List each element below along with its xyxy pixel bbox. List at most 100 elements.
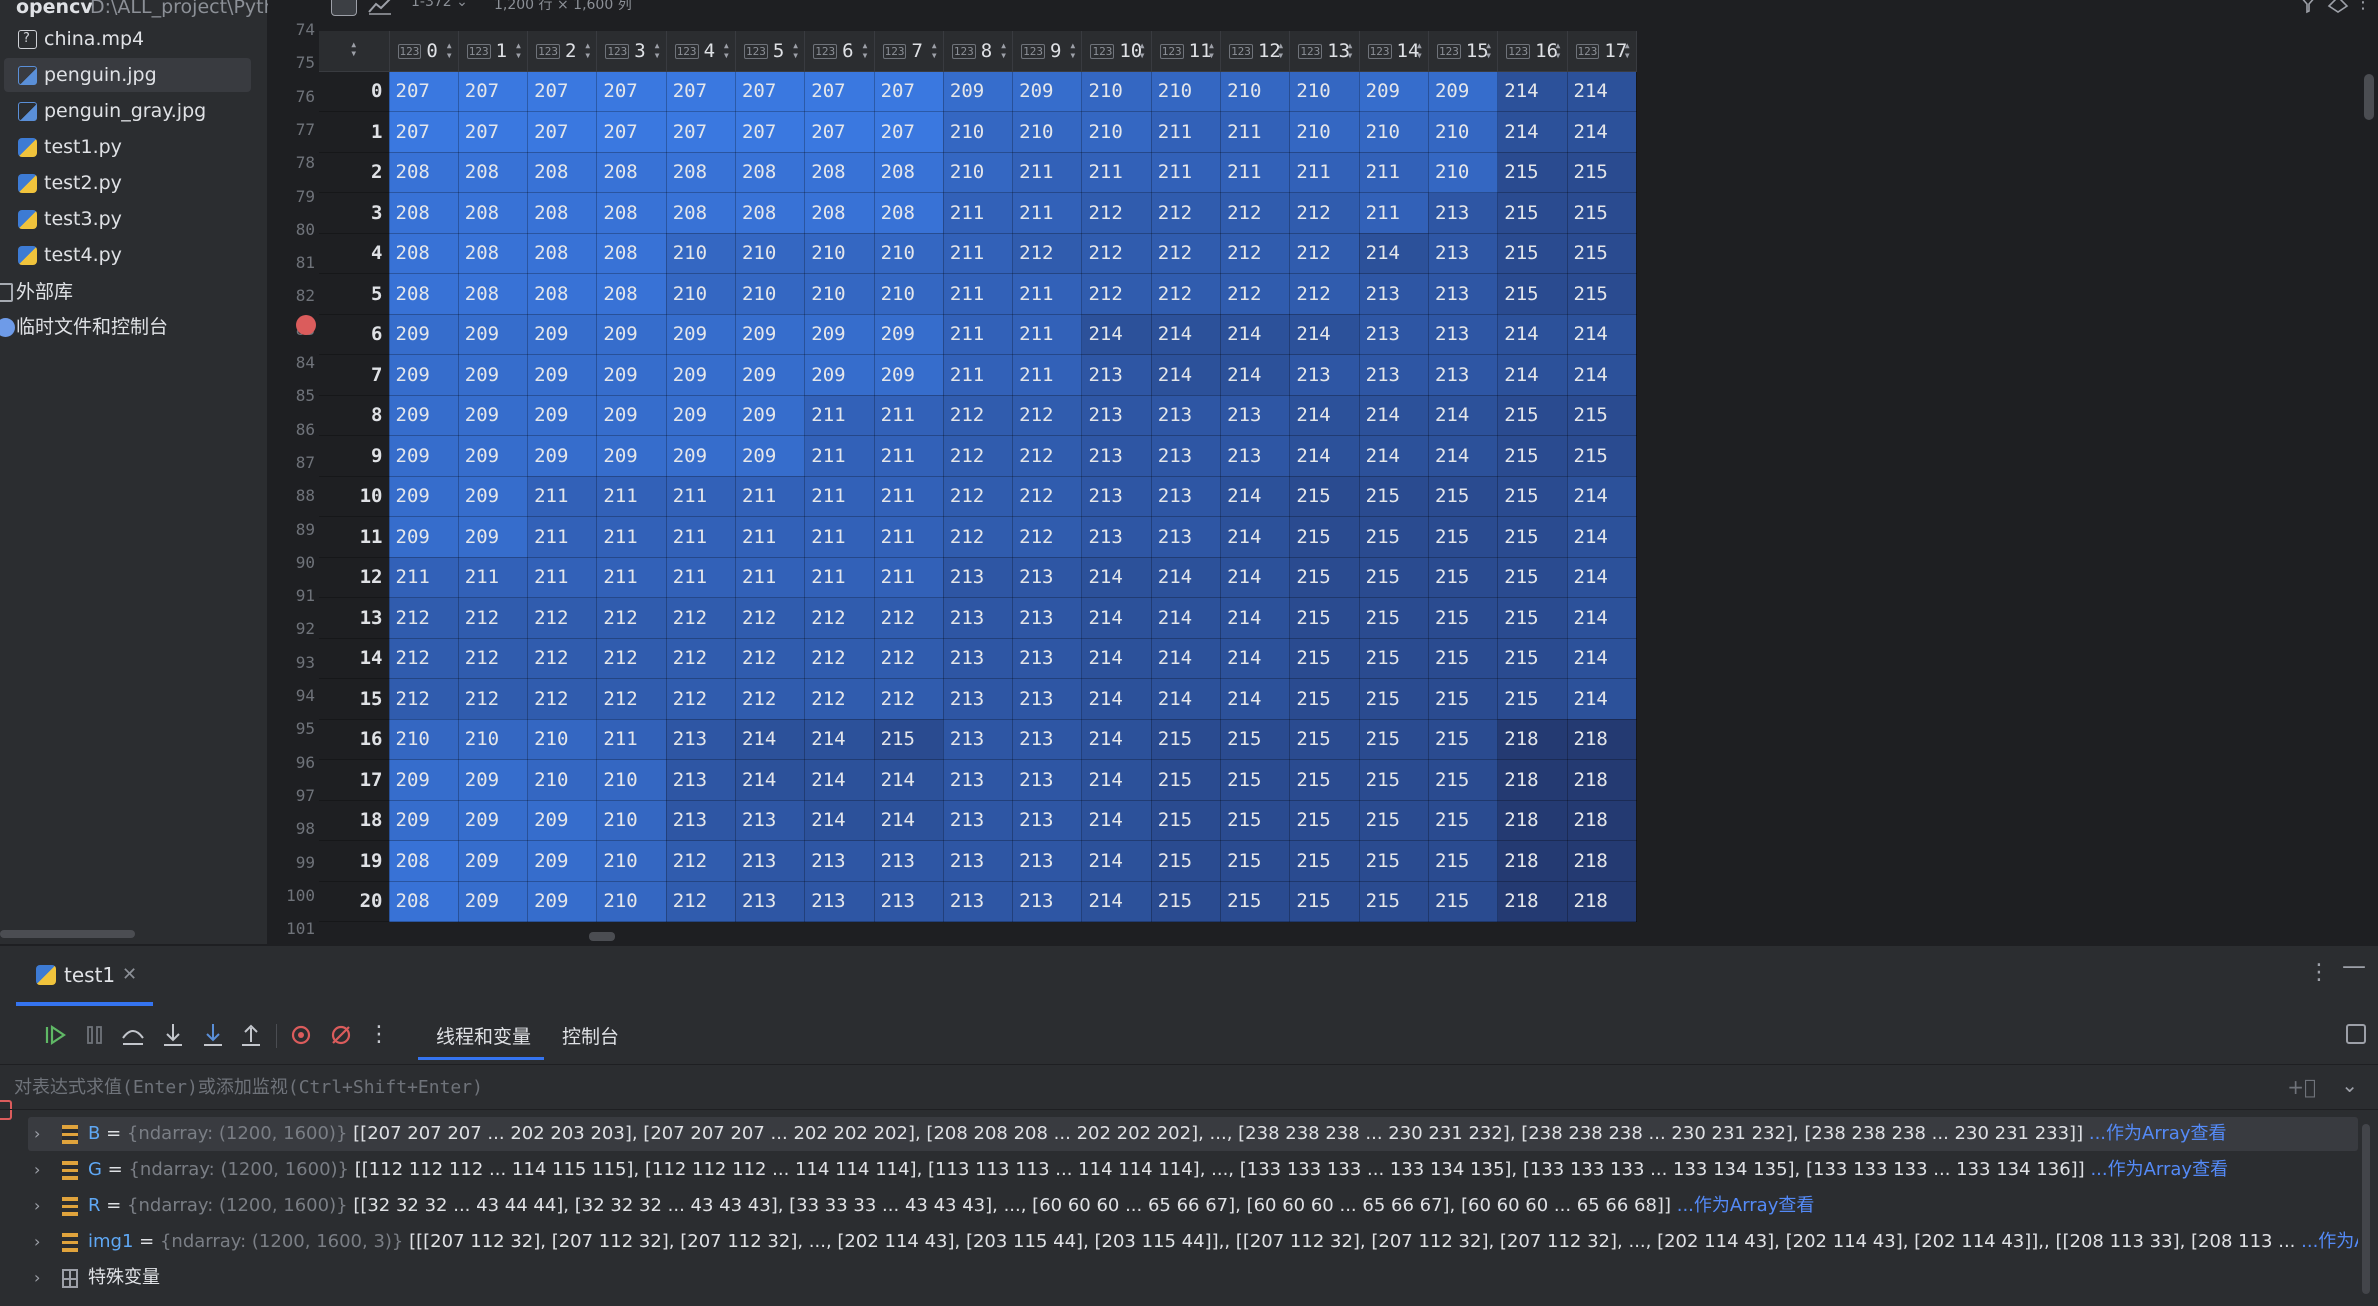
grid-cell[interactable]: 215 xyxy=(1220,881,1291,922)
grid-cell[interactable]: 218 xyxy=(1497,881,1568,922)
tree-file-test1-py[interactable]: test1.py xyxy=(0,130,268,164)
grid-cell[interactable]: 212 xyxy=(527,638,598,679)
grid-cell[interactable]: 213 xyxy=(943,719,1014,760)
grid-cell[interactable]: 209 xyxy=(943,71,1014,112)
grid-cell[interactable]: 211 xyxy=(1220,111,1291,153)
column-header-17[interactable]: 123 17 ▴ ▾ xyxy=(1567,31,1637,72)
grid-cell[interactable]: 212 xyxy=(1081,273,1152,315)
sort-icon[interactable]: ▴ ▾ xyxy=(515,39,522,61)
grid-cell[interactable]: 212 xyxy=(735,597,806,639)
grid-cell[interactable]: 209 xyxy=(1359,71,1429,112)
sort-icon[interactable]: ▴ ▾ xyxy=(1208,39,1215,61)
grid-cell[interactable]: 210 xyxy=(804,273,875,315)
column-header-7[interactable]: 123 7 ▴ ▾ xyxy=(874,31,944,72)
grid-cell[interactable]: 212 xyxy=(735,678,806,720)
grid-cell[interactable]: 213 xyxy=(1220,435,1291,477)
step-out-icon[interactable] xyxy=(238,1020,264,1050)
grid-cell[interactable]: 207 xyxy=(735,111,806,153)
grid-cell[interactable]: 213 xyxy=(943,881,1014,922)
grid-cell[interactable]: 215 xyxy=(1359,759,1429,801)
grid-cell[interactable]: 207 xyxy=(389,71,459,112)
grid-cell[interactable]: 215 xyxy=(1359,597,1429,639)
grid-cell[interactable]: 214 xyxy=(1497,111,1568,153)
grid-cell[interactable]: 215 xyxy=(1289,881,1360,922)
grid-cell[interactable]: 210 xyxy=(596,840,667,882)
grid-cell[interactable]: 211 xyxy=(527,476,598,517)
grid-cell[interactable]: 212 xyxy=(1220,273,1291,315)
chevron-right-icon[interactable]: › xyxy=(34,1225,40,1259)
grid-cell[interactable]: 208 xyxy=(458,233,529,274)
grid-cell[interactable]: 212 xyxy=(458,638,529,679)
grid-cell[interactable]: 209 xyxy=(527,395,598,436)
grid-cell[interactable]: 211 xyxy=(943,314,1014,355)
sort-icon[interactable]: ▴ ▾ xyxy=(1000,39,1007,61)
grid-cell[interactable]: 209 xyxy=(458,354,529,396)
grid-cell[interactable]: 212 xyxy=(1220,233,1291,274)
chevron-right-icon[interactable]: › xyxy=(34,1117,40,1151)
grid-cell[interactable]: 211 xyxy=(1012,354,1083,396)
variable-row-r[interactable]: › R = {ndarray: (1200, 1600)} [[32 32 32 … xyxy=(28,1189,2358,1223)
viewer-more-icon[interactable]: ⋮ xyxy=(2354,0,2372,13)
grid-cell[interactable]: 212 xyxy=(596,638,667,679)
grid-cell[interactable]: 210 xyxy=(1081,111,1152,153)
grid-cell[interactable]: 211 xyxy=(735,476,806,517)
grid-cell[interactable]: 207 xyxy=(874,111,944,153)
grid-cell[interactable]: 212 xyxy=(666,840,736,882)
grid-cell[interactable]: 213 xyxy=(943,759,1014,801)
grid-cell[interactable]: 213 xyxy=(943,840,1014,882)
grid-cell[interactable]: 213 xyxy=(943,678,1014,720)
grid-cell[interactable]: 215 xyxy=(1497,678,1568,720)
grid-cell[interactable]: 215 xyxy=(1428,881,1499,922)
grid-cell[interactable]: 212 xyxy=(874,678,944,720)
sort-icon[interactable]: ▴ ▾ xyxy=(1069,39,1076,61)
grid-cell[interactable]: 214 xyxy=(1289,314,1360,355)
grid-cell[interactable]: 215 xyxy=(1151,719,1222,760)
grid-cell[interactable]: 210 xyxy=(943,152,1014,193)
grid-cell[interactable]: 211 xyxy=(527,516,598,558)
grid-cell[interactable]: 215 xyxy=(1359,557,1429,598)
grid-cell[interactable]: 211 xyxy=(1289,152,1360,193)
column-header-12[interactable]: 123 12 ▴ ▾ xyxy=(1220,31,1291,72)
grid-cell[interactable]: 209 xyxy=(596,314,667,355)
grid-cell[interactable]: 210 xyxy=(1289,71,1360,112)
column-header-13[interactable]: 123 13 ▴ ▾ xyxy=(1289,31,1360,72)
grid-cell[interactable]: 215 xyxy=(1497,638,1568,679)
tab-threads-variables[interactable]: 线程和变量 xyxy=(436,1016,531,1058)
grid-cell[interactable]: 215 xyxy=(1428,557,1499,598)
grid-cell[interactable]: 211 xyxy=(804,516,875,558)
grid-cell[interactable]: 214 xyxy=(804,719,875,760)
grid-cell[interactable]: 215 xyxy=(1359,476,1429,517)
grid-cell[interactable]: 218 xyxy=(1567,881,1637,922)
grid-cell[interactable]: 213 xyxy=(1081,395,1152,436)
grid-cell[interactable]: 214 xyxy=(1567,314,1637,355)
grid-cell[interactable]: 209 xyxy=(596,435,667,477)
grid-cell[interactable]: 210 xyxy=(666,233,736,274)
grid-cell[interactable]: 208 xyxy=(389,840,459,882)
grid-cell[interactable]: 213 xyxy=(666,719,736,760)
grid-cell[interactable]: 209 xyxy=(458,516,529,558)
grid-cell[interactable]: 211 xyxy=(596,516,667,558)
grid-cell[interactable]: 213 xyxy=(1151,435,1222,477)
column-header-0[interactable]: 123 0 ▴ ▾ xyxy=(389,31,459,72)
grid-cell[interactable]: 218 xyxy=(1567,840,1637,882)
column-header-5[interactable]: 123 5 ▴ ▾ xyxy=(735,31,806,72)
grid-cell[interactable]: 214 xyxy=(1567,597,1637,639)
grid-cell[interactable]: 215 xyxy=(1359,881,1429,922)
grid-cell[interactable]: 215 xyxy=(1497,557,1568,598)
grid-cell[interactable]: 215 xyxy=(1567,152,1637,193)
chevron-down-icon[interactable]: ⌄ xyxy=(2341,1073,2358,1097)
grid-cell[interactable]: 213 xyxy=(1359,273,1429,315)
filter-icon[interactable] xyxy=(2298,0,2318,14)
variable-row-b[interactable]: › B = {ndarray: (1200, 1600)} [[207 207 2… xyxy=(28,1117,2358,1151)
grid-cell[interactable]: 209 xyxy=(804,354,875,396)
close-icon[interactable]: ✕ xyxy=(122,946,137,1004)
grid-cell[interactable]: 211 xyxy=(1012,273,1083,315)
grid-cell[interactable]: 213 xyxy=(1012,719,1083,760)
grid-cell[interactable]: 214 xyxy=(1220,354,1291,396)
grid-cell[interactable]: 211 xyxy=(874,516,944,558)
grid-cell[interactable]: 213 xyxy=(735,800,806,841)
grid-cell[interactable]: 214 xyxy=(1081,800,1152,841)
grid-cell[interactable]: 213 xyxy=(735,840,806,882)
resume-icon[interactable] xyxy=(42,1020,68,1050)
grid-cell[interactable]: 213 xyxy=(1289,354,1360,396)
